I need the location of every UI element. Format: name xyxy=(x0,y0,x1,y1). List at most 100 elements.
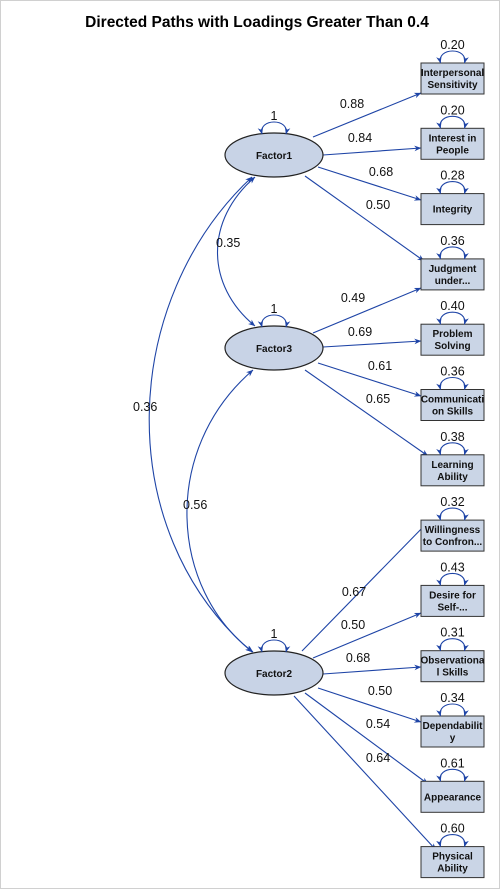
indicator-node: Integrity 0.28 xyxy=(420,169,485,226)
error-variance-loop xyxy=(436,507,469,521)
error-variance-label: 0.32 xyxy=(440,495,464,509)
indicator-label: y xyxy=(450,733,456,744)
loading-label: 0.67 xyxy=(342,585,366,599)
diagram-title: Directed Paths with Loadings Greater Tha… xyxy=(85,14,429,31)
indicator-label: Ability xyxy=(437,864,468,875)
loading-label: 0.64 xyxy=(366,751,390,765)
loading-label: 0.49 xyxy=(341,291,365,305)
indicator-label: Sensitivity xyxy=(427,80,477,91)
indicator-node: Willingnessto Confron... 0.32 xyxy=(420,495,485,552)
indicator-node: InterpersonalSensitivity 0.20 xyxy=(420,38,485,95)
indicator-label: Communicati xyxy=(421,395,485,406)
indicator-label: l Skills xyxy=(437,668,469,679)
error-variance-label: 0.20 xyxy=(440,38,464,52)
indicator-node: ProblemSolving 0.40 xyxy=(420,299,485,356)
loading-arrow xyxy=(322,338,422,348)
error-variance-label: 0.40 xyxy=(440,299,464,313)
indicator-label: Ability xyxy=(437,472,468,483)
error-variance-label: 0.28 xyxy=(440,169,464,183)
indicator-label: to Confron... xyxy=(423,537,483,548)
indicator-node: Interest inPeople 0.20 xyxy=(420,103,485,160)
error-variance-loop xyxy=(436,572,469,586)
variance-label: 1 xyxy=(271,302,278,316)
error-variance-label: 0.36 xyxy=(440,234,464,248)
error-variance-loop xyxy=(436,834,469,847)
loading-label: 0.50 xyxy=(366,198,390,212)
error-variance-loop xyxy=(436,246,469,260)
error-variance-loop xyxy=(436,638,469,652)
indicator-label: Physical xyxy=(432,852,473,863)
indicator-label: Appearance xyxy=(424,792,482,803)
indicator-node: Communication Skills 0.36 xyxy=(420,365,485,421)
indicator-label: under... xyxy=(435,276,471,287)
covariance-label: 0.56 xyxy=(183,498,207,512)
indicator-label: People xyxy=(436,145,469,156)
indicator-label: Integrity xyxy=(433,205,473,216)
error-variance-loop xyxy=(436,181,469,194)
loading-label: 0.50 xyxy=(368,684,392,698)
covariance-label: 0.36 xyxy=(133,400,157,414)
indicator-label: Problem xyxy=(432,329,472,340)
loading-label: 0.84 xyxy=(348,131,372,145)
indicator-label: Interest in xyxy=(429,133,477,144)
indicator-label: on Skills xyxy=(432,407,474,418)
indicator-node: Observational Skills 0.31 xyxy=(420,626,485,683)
factor-node: Factor3 1 xyxy=(224,302,324,371)
loading-label: 0.88 xyxy=(340,97,364,111)
error-variance-label: 0.38 xyxy=(440,430,464,444)
indicator-label: Solving xyxy=(434,341,470,352)
loading-arrow xyxy=(304,369,429,457)
indicator-node: Dependability 0.34 xyxy=(420,691,485,748)
indicator-label: Desire for xyxy=(429,590,476,601)
error-variance-label: 0.31 xyxy=(440,626,464,640)
indicator-label: Judgment xyxy=(429,264,477,275)
indicator-label: Self-... xyxy=(437,602,467,613)
path-diagram: Directed Paths with Loadings Greater Tha… xyxy=(85,14,485,879)
error-variance-label: 0.60 xyxy=(440,822,464,836)
indicator-label: Observationa xyxy=(421,656,485,667)
indicator-label: Willingness xyxy=(425,525,481,536)
covariance-arc xyxy=(216,176,256,327)
error-variance-loop xyxy=(436,768,469,782)
error-variance-loop xyxy=(436,115,469,129)
indicator-label: Learning xyxy=(431,460,473,471)
indicator-label: Dependabilit xyxy=(422,721,483,732)
error-variance-loop xyxy=(436,442,469,456)
variance-loop xyxy=(257,121,291,135)
variance-loop xyxy=(257,639,291,653)
loading-arrow xyxy=(304,692,429,785)
factor-label: Factor3 xyxy=(256,344,293,355)
error-variance-label: 0.34 xyxy=(440,691,464,705)
indicator-node: Judgmentunder... 0.36 xyxy=(420,234,485,291)
variance-label: 1 xyxy=(271,627,278,641)
indicator-node: PhysicalAbility 0.60 xyxy=(420,822,485,879)
loading-arrow xyxy=(304,175,425,262)
factor-node: Factor1 1 xyxy=(224,109,324,178)
loading-label: 0.65 xyxy=(366,392,390,406)
loading-label: 0.68 xyxy=(346,651,370,665)
error-variance-loop xyxy=(436,377,469,390)
indicator-node: Desire forSelf-... 0.43 xyxy=(420,560,485,617)
loading-arrow xyxy=(322,664,422,675)
factor-label: Factor1 xyxy=(256,151,293,162)
error-variance-label: 0.36 xyxy=(440,365,464,379)
error-variance-loop xyxy=(436,703,469,717)
indicator-node: Appearance 0.61 xyxy=(420,756,485,813)
loading-label: 0.50 xyxy=(341,618,365,632)
loading-arrow xyxy=(322,145,422,156)
factor-label: Factor2 xyxy=(256,669,293,680)
indicator-node: LearningAbility 0.38 xyxy=(420,430,485,487)
indicator-label: Interpersonal xyxy=(421,68,485,79)
loading-label: 0.69 xyxy=(348,325,372,339)
error-variance-label: 0.61 xyxy=(440,756,464,770)
variance-label: 1 xyxy=(271,109,278,123)
factor-node: Factor2 1 xyxy=(224,627,324,696)
variance-loop xyxy=(257,314,291,328)
loading-label: 0.54 xyxy=(366,717,390,731)
error-variance-loop xyxy=(436,50,469,64)
covariance-label: 0.35 xyxy=(216,236,240,250)
error-variance-label: 0.43 xyxy=(440,560,464,574)
error-variance-loop xyxy=(436,311,469,325)
loading-label: 0.61 xyxy=(368,359,392,373)
error-variance-label: 0.20 xyxy=(440,103,464,117)
